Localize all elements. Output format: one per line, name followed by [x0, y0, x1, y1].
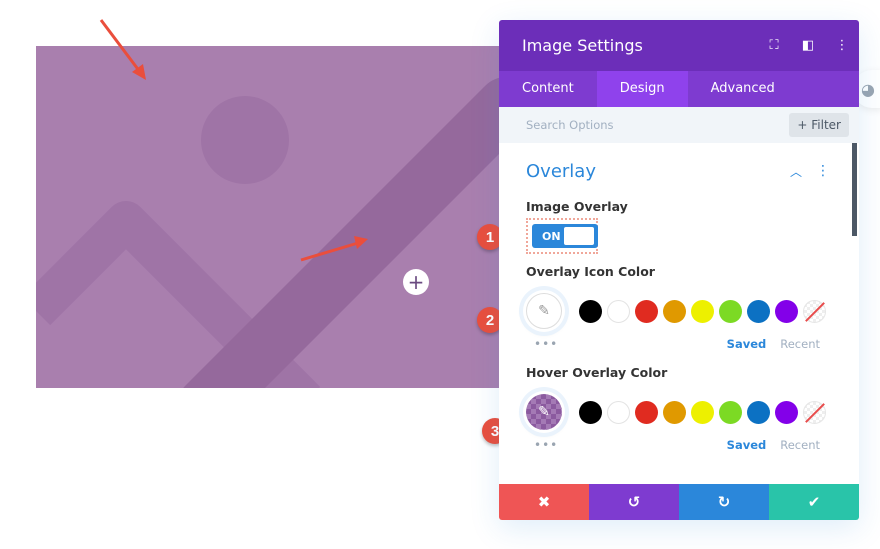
swatch-white[interactable]	[607, 400, 630, 424]
hover-overlay-color-picker[interactable]: ✎	[523, 391, 565, 433]
split-view-icon[interactable]: ◧	[791, 38, 825, 53]
swatch-black[interactable]	[579, 400, 602, 424]
swatch-green[interactable]	[719, 400, 742, 424]
tab-bar: Content Design Advanced	[499, 71, 859, 107]
tab-design[interactable]: Design	[596, 71, 688, 107]
checkmark-icon: ✔	[807, 493, 821, 511]
recent-tab[interactable]: Recent	[780, 337, 820, 351]
search-row: Search Options + Filter	[499, 107, 859, 143]
redo-button[interactable]: ↻	[679, 484, 769, 520]
panel-title: Image Settings	[522, 36, 643, 55]
swatch-red[interactable]	[635, 400, 658, 424]
toggle-knob	[564, 227, 594, 245]
undo-icon: ↺	[627, 493, 641, 511]
swatch-green[interactable]	[719, 299, 742, 323]
cancel-button[interactable]: ✖	[499, 484, 589, 520]
image-settings-panel: Image Settings ⛶ ◧ ⋮ Content Design Adva…	[499, 20, 859, 520]
swatch-red[interactable]	[635, 299, 658, 323]
more-colors-button[interactable]: •••	[526, 337, 727, 351]
saved-tab[interactable]: Saved	[727, 438, 767, 452]
add-icon[interactable]: +	[403, 269, 429, 295]
swatch-purple[interactable]	[775, 400, 798, 424]
swatch-black[interactable]	[579, 299, 602, 323]
swatch-purple[interactable]	[775, 299, 798, 323]
undo-button[interactable]: ↺	[589, 484, 679, 520]
expand-icon[interactable]: ⛶	[757, 38, 791, 53]
overlay-section-header[interactable]: Overlay ︿ ⋮	[526, 143, 832, 199]
eyedropper-icon: ✎	[526, 394, 562, 430]
overlay-icon-color-sub-row: ••• Saved Recent	[526, 333, 832, 355]
swatch-blue[interactable]	[747, 299, 770, 323]
section-title: Overlay	[526, 160, 596, 182]
toggle-highlight: ON	[526, 218, 598, 254]
swatch-orange[interactable]	[663, 299, 686, 323]
globe-icon: ◕	[861, 79, 875, 99]
saved-tab[interactable]: Saved	[727, 337, 767, 351]
panel-footer: ✖ ↺ ↻ ✔	[499, 484, 859, 520]
panel-body: Overlay ︿ ⋮ Image Overlay ON Overlay Ico…	[499, 143, 859, 484]
close-icon: ✖	[537, 493, 551, 511]
swatch-orange[interactable]	[663, 400, 686, 424]
swatch-blue[interactable]	[747, 400, 770, 424]
recent-tab[interactable]: Recent	[780, 438, 820, 452]
filter-button[interactable]: + Filter	[789, 113, 849, 137]
image-module-preview[interactable]: +	[36, 46, 500, 388]
toggle-label: ON	[542, 229, 561, 243]
search-options-input[interactable]: Search Options	[526, 118, 789, 132]
tab-content[interactable]: Content	[499, 71, 597, 107]
swatch-yellow[interactable]	[691, 299, 714, 323]
panel-header[interactable]: Image Settings ⛶ ◧ ⋮	[499, 20, 859, 71]
more-options-icon[interactable]: ⋮	[825, 38, 859, 53]
section-options-icon[interactable]: ⋮	[816, 163, 830, 179]
image-overlay-toggle[interactable]: ON	[532, 224, 598, 248]
eyedropper-icon: ✎	[526, 293, 562, 329]
swatch-white[interactable]	[607, 299, 630, 323]
hover-overlay-color-row: ✎	[523, 390, 832, 434]
sun-shape	[201, 96, 289, 184]
save-button[interactable]: ✔	[769, 484, 859, 520]
swatch-none[interactable]	[803, 299, 826, 323]
swatch-none[interactable]	[803, 400, 826, 424]
image-overlay-label: Image Overlay	[526, 199, 628, 214]
overlay-icon-color-label: Overlay Icon Color	[526, 264, 655, 279]
overlay-icon-color-picker[interactable]: ✎	[523, 290, 565, 332]
scrollbar[interactable]	[852, 143, 857, 236]
swatch-yellow[interactable]	[691, 400, 714, 424]
tab-advanced[interactable]: Advanced	[688, 71, 798, 107]
redo-icon: ↻	[717, 493, 731, 511]
image-placeholder-graphic	[36, 77, 500, 388]
more-colors-button[interactable]: •••	[526, 438, 727, 452]
chevron-up-icon[interactable]: ︿	[790, 163, 802, 180]
hover-overlay-color-label: Hover Overlay Color	[526, 365, 668, 380]
hover-overlay-color-sub-row: ••• Saved Recent	[526, 434, 832, 456]
overlay-icon-color-row: ✎	[523, 289, 832, 333]
